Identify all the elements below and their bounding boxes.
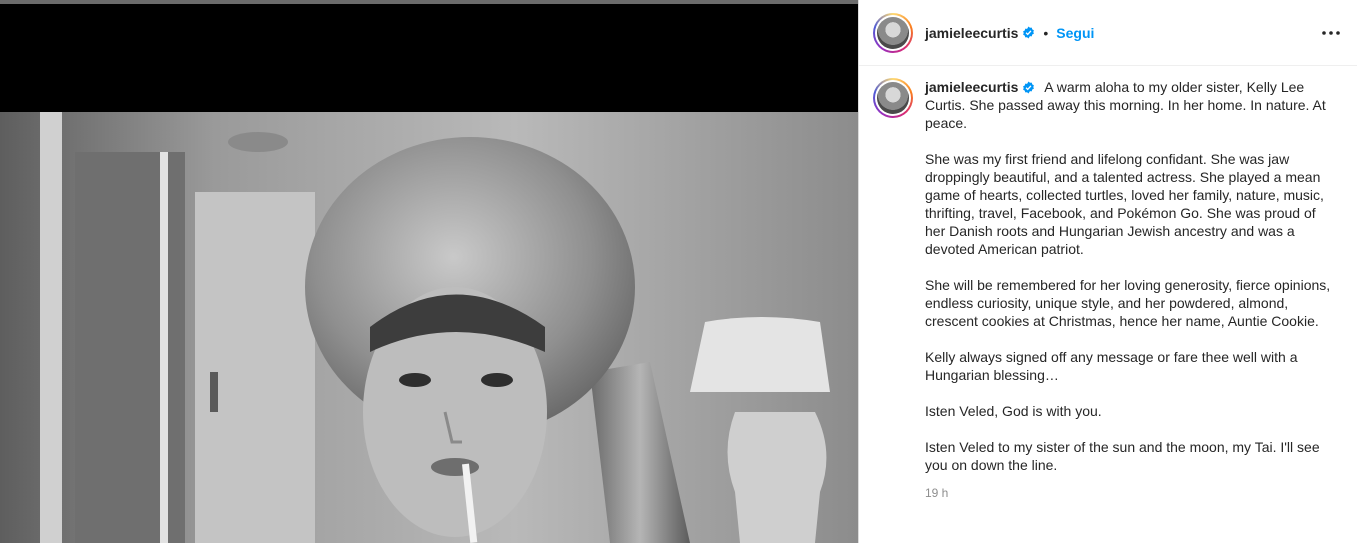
caption-paragraph: She will be remembered for her loving ge…: [925, 277, 1331, 329]
caption-paragraph: Kelly always signed off any message or f…: [925, 349, 1298, 383]
profile-picture: [877, 16, 909, 49]
caption-verified-badge-icon: [1023, 81, 1035, 94]
post-caption: jamieleecurtis A warm aloha to my older …: [859, 66, 1357, 502]
post-side-panel: jamieleecurtis • Segui jamieleecurtis A …: [858, 0, 1357, 543]
more-options-icon[interactable]: [1319, 21, 1343, 45]
post-photo: [0, 112, 858, 543]
caption-paragraph: She was my first friend and lifelong con…: [925, 151, 1324, 257]
top-edge-strip: [0, 0, 858, 4]
caption-paragraph: Isten Veled to my sister of the sun and …: [925, 439, 1320, 473]
caption-body: jamieleecurtis A warm aloha to my older …: [925, 78, 1335, 502]
caption-paragraph: Isten Veled, God is with you.: [925, 403, 1102, 419]
caption-profile-picture: [877, 82, 909, 114]
follow-button[interactable]: Segui: [1056, 25, 1094, 41]
caption-avatar[interactable]: [873, 78, 913, 118]
post-timestamp[interactable]: 19 h: [925, 484, 1335, 502]
avatar[interactable]: [873, 12, 913, 53]
post-media: [0, 0, 858, 543]
caption-username[interactable]: jamieleecurtis: [925, 79, 1018, 95]
photo-illustration: [0, 112, 858, 543]
post-header: jamieleecurtis • Segui: [859, 0, 1357, 66]
caption-first-paragraph: jamieleecurtis A warm aloha to my older …: [925, 78, 1335, 132]
header-username[interactable]: jamieleecurtis: [925, 25, 1018, 41]
separator-dot: •: [1043, 24, 1049, 41]
verified-badge-icon: [1023, 26, 1035, 39]
